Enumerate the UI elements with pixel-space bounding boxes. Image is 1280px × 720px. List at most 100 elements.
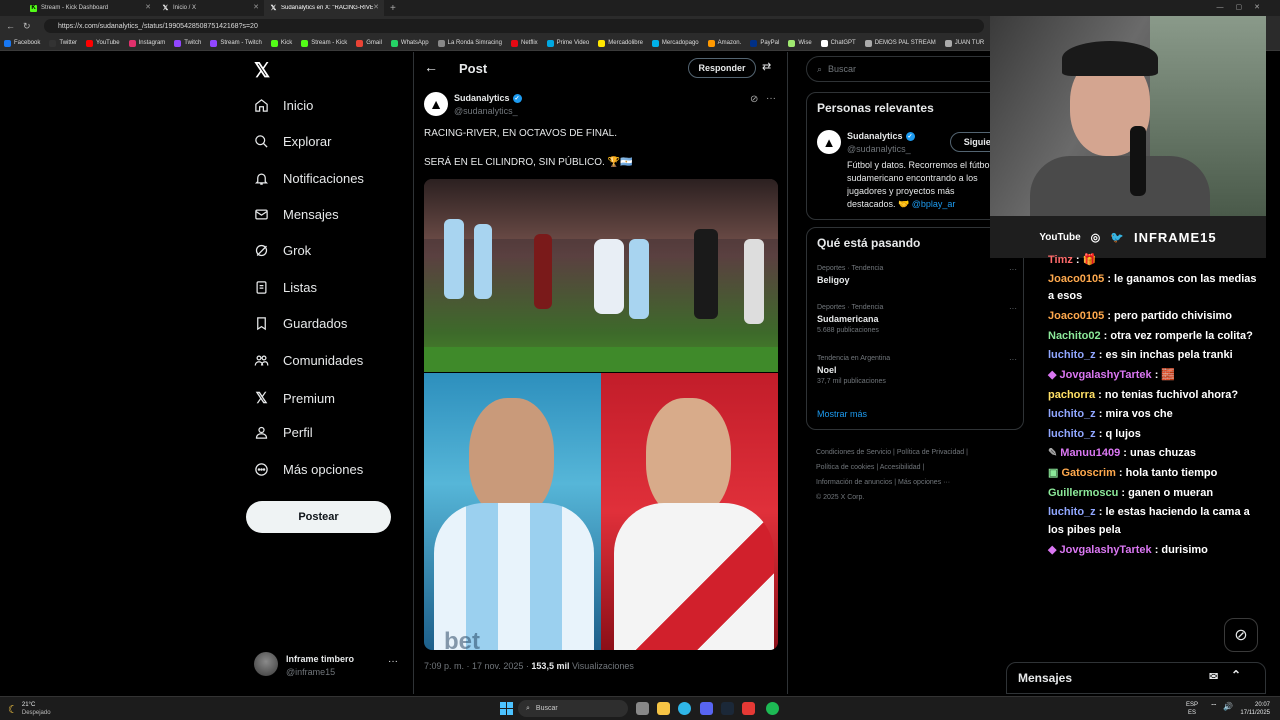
bookmarks-bar-item[interactable]: ChatGPT [820, 39, 856, 47]
bookmarks-bar-item[interactable]: La Ronda Simracing [437, 39, 502, 47]
back-arrow-icon[interactable]: ← [424, 59, 438, 75]
bookmarks-bar-item[interactable]: Stream - Twitch [210, 39, 262, 47]
more-icon[interactable]: ··· [388, 656, 398, 667]
nav-item-notificaciones[interactable]: Notificaciones [254, 171, 364, 186]
nav-item-explorar[interactable]: Explorar [254, 134, 331, 149]
webcam-video [990, 16, 1266, 216]
bookmarks-bar-item[interactable]: Mercadolibre [598, 39, 643, 47]
relevant-name[interactable]: Sudanalytics ✓ [847, 131, 915, 141]
more-icon[interactable]: ··· [1009, 265, 1017, 274]
trend-item[interactable]: Deportes · Tendencia Sudamericana 5.688 … [817, 304, 1017, 340]
footer-link[interactable]: Más opciones ··· [898, 479, 950, 486]
show-more-link[interactable]: Mostrar más [817, 409, 867, 419]
bookmarks-bar-item[interactable]: JUAN TUR [944, 39, 984, 47]
bookmarks-bar-item[interactable]: PayPal [750, 39, 779, 47]
app-icon[interactable] [742, 702, 755, 715]
nav-item-perfil[interactable]: Perfil [254, 425, 313, 440]
bookmarks-bar-item[interactable]: Mercadopago [651, 39, 699, 47]
post-text-line: SERÁ EN EL CILINDRO, SIN PÚBLICO. 🏆🇦🇷 [424, 157, 633, 168]
nav-item-comunidades[interactable]: Comunidades [254, 353, 363, 368]
bookmarks-bar-item[interactable]: WhatsApp [390, 39, 429, 47]
more-icon[interactable]: ··· [766, 93, 776, 104]
messages-drawer[interactable]: Mensajes ✉ ⌃ [1006, 662, 1266, 694]
trend-item[interactable]: Deportes · Tendencia Beligoy ··· [817, 265, 1017, 295]
bookmarks-bar-item[interactable]: Facebook [4, 39, 40, 47]
post-image-players[interactable]: bet [424, 373, 778, 650]
tab-sudanalytics[interactable]: 𝕏 Sudanalytics en X: "RACING-RIVE ✕ [264, 0, 384, 16]
grok-icon: ⊘ [1234, 627, 1248, 644]
bookmarks-bar-item[interactable]: Netflix [510, 39, 538, 47]
url-input[interactable]: https://x.com/sudanalytics_/status/19905… [44, 19, 984, 33]
more-icon[interactable]: ··· [1009, 355, 1017, 364]
new-message-icon[interactable]: ✉ [1209, 670, 1218, 683]
new-tab-icon[interactable]: + [390, 3, 396, 14]
bookmarks-bar-item[interactable]: Kick [270, 39, 292, 47]
window-controls[interactable]: —▢✕ [1217, 3, 1272, 11]
post-button[interactable]: Postear [246, 501, 391, 533]
nav-item-listas[interactable]: Listas [254, 280, 317, 295]
steam-icon[interactable] [721, 702, 734, 715]
post-image-match[interactable] [424, 179, 778, 372]
more-icon[interactable]: ··· [1009, 304, 1017, 313]
clock[interactable]: 20:07 17/11/2025 [1236, 701, 1270, 717]
author-name[interactable]: Sudanalytics ✓ [454, 93, 522, 103]
bookmarks-bar-item[interactable]: Instagram [128, 39, 165, 47]
grok-icon[interactable]: ⊘ [750, 94, 758, 105]
weather-widget[interactable]: ☾ 21°C Despejado [8, 699, 51, 719]
instagram-icon: ◎ [1090, 231, 1101, 244]
grok-float-button[interactable]: ⊘ [1224, 618, 1258, 652]
x-icon: 𝕏 [270, 5, 277, 12]
x-logo-icon[interactable]: 𝕏 [254, 58, 270, 83]
wifi-icon[interactable]: ⌔ [1210, 702, 1218, 712]
bookmarks-bar-item[interactable]: Stream - Kick [301, 39, 347, 47]
bookmarks-bar-item[interactable]: DEMOS PAL STREAM [864, 39, 936, 47]
bio-link[interactable]: @bplay_ar [912, 199, 956, 209]
close-icon[interactable]: ✕ [145, 3, 151, 11]
nav-item-inicio[interactable]: Inicio [254, 98, 313, 113]
edge-icon[interactable] [678, 702, 691, 715]
discord-icon[interactable] [700, 702, 713, 715]
close-icon[interactable]: ✕ [253, 3, 259, 11]
back-icon[interactable]: ← [6, 21, 15, 31]
start-button[interactable] [500, 702, 513, 715]
reply-button[interactable]: Responder [688, 58, 756, 78]
file-explorer-icon[interactable] [657, 702, 670, 715]
bookmarks-bar-item[interactable]: Twitter [49, 39, 77, 47]
footer-link[interactable]: Accesibilidad [880, 464, 921, 471]
expand-icon[interactable]: ⌃ [1231, 668, 1241, 682]
filter-icon[interactable]: ⇄ [762, 60, 771, 73]
nav-item-premium[interactable]: 𝕏 Premium [254, 389, 335, 407]
bookmarks-bar-item[interactable]: Wise [788, 39, 812, 47]
taskbar-search[interactable]: ⌕ Buscar [518, 700, 628, 717]
bookmarks-bar-item[interactable]: Gmail [356, 39, 382, 47]
bookmarks-bar-item[interactable]: Prime Video [546, 39, 589, 47]
envelope-icon [255, 209, 268, 220]
nav-item-mas-opciones[interactable]: Más opciones [254, 462, 363, 477]
trend-item[interactable]: Tendencia en Argentina Noel 37,7 mil pub… [817, 355, 1017, 391]
nav-item-grok[interactable]: Grok [254, 243, 311, 258]
reload-icon[interactable]: ↻ [23, 21, 31, 32]
footer-link[interactable]: Política de cookies [816, 464, 874, 471]
bookmarks-bar-item[interactable]: YouTube [86, 39, 120, 47]
language-indicator[interactable]: ESP ES [1186, 701, 1198, 717]
badge-icon: ▣ [1048, 467, 1062, 479]
nav-item-guardados[interactable]: Guardados [254, 316, 347, 331]
sudanalytics-logo-icon: ▲ [429, 96, 443, 112]
tab-kick-dashboard[interactable]: K Stream - Kick Dashboard ✕ [24, 0, 156, 16]
footer-link[interactable]: Condiciones de Servicio [816, 449, 891, 456]
post-timestamp[interactable]: 7:09 p. m. · 17 nov. 2025 · [424, 661, 529, 671]
relevant-avatar[interactable]: ▲ [817, 130, 841, 154]
bookmarks-bar-item[interactable]: Amazon. [707, 39, 741, 47]
spotify-icon[interactable] [766, 702, 779, 715]
volume-icon[interactable]: 🔊 [1223, 702, 1233, 711]
footer-link[interactable]: Información de anuncios [816, 479, 892, 486]
tab-inicio-x[interactable]: 𝕏 Inicio / X ✕ [156, 0, 264, 16]
tab-label: Stream - Kick Dashboard [41, 5, 109, 11]
author-avatar[interactable]: ▲ [424, 92, 448, 116]
close-icon[interactable]: ✕ [373, 3, 379, 11]
footer-link[interactable]: Política de Privacidad [897, 449, 964, 456]
account-switcher[interactable]: Inframe timbero @inframe15 ··· [254, 652, 404, 682]
bookmarks-bar-item[interactable]: Twitch [174, 39, 201, 47]
task-view-icon[interactable] [636, 702, 649, 715]
nav-item-mensajes[interactable]: Mensajes [254, 207, 339, 222]
